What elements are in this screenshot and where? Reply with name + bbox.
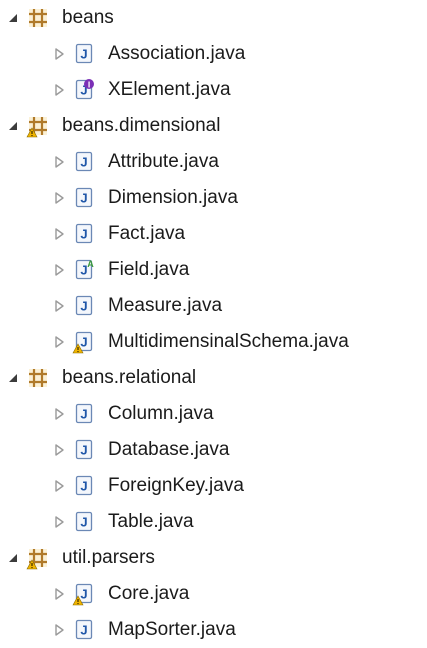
file-node-column-java[interactable]: J Column.java bbox=[50, 396, 214, 432]
svg-text:J: J bbox=[80, 407, 87, 422]
package-explorer-tree: beans J Association.java J I XElement.java bea… bbox=[0, 0, 427, 648]
svg-text:J: J bbox=[80, 335, 87, 350]
java-class-icon: J bbox=[72, 438, 96, 462]
svg-text:J: J bbox=[80, 155, 87, 170]
collapsed-arrow-icon[interactable] bbox=[50, 153, 68, 171]
package-node-beans[interactable]: beans bbox=[4, 0, 114, 36]
node-label: Attribute.java bbox=[108, 151, 219, 172]
node-label: ForeignKey.java bbox=[108, 475, 244, 496]
svg-text:J: J bbox=[80, 47, 87, 62]
svg-text:J: J bbox=[80, 299, 87, 314]
node-label: util.parsers bbox=[62, 547, 155, 568]
package-warning-icon bbox=[26, 546, 50, 570]
file-node-xelement-java[interactable]: J I XElement.java bbox=[50, 72, 231, 108]
java-abstract-class-icon: JA bbox=[72, 258, 96, 282]
package-node-util-parsers[interactable]: util.parsers bbox=[4, 540, 155, 576]
java-class-icon: J bbox=[72, 510, 96, 534]
collapsed-arrow-icon[interactable] bbox=[50, 441, 68, 459]
java-class-icon: J bbox=[72, 618, 96, 642]
expanded-arrow-icon[interactable] bbox=[4, 117, 22, 135]
expanded-arrow-icon[interactable] bbox=[4, 549, 22, 567]
node-label: beans bbox=[62, 7, 114, 28]
collapsed-arrow-icon[interactable] bbox=[50, 621, 68, 639]
node-label: Association.java bbox=[108, 43, 246, 64]
file-node-field-java[interactable]: J A Field.java bbox=[50, 252, 189, 288]
file-node-attribute-java[interactable]: J Attribute.java bbox=[50, 144, 219, 180]
java-class-icon: J bbox=[72, 222, 96, 246]
svg-text:I: I bbox=[88, 79, 90, 89]
node-label: MapSorter.java bbox=[108, 619, 236, 640]
svg-text:J: J bbox=[80, 515, 87, 530]
collapsed-arrow-icon[interactable] bbox=[50, 513, 68, 531]
java-class-icon: J bbox=[72, 186, 96, 210]
package-icon bbox=[26, 6, 50, 30]
svg-text:J: J bbox=[80, 623, 87, 638]
collapsed-arrow-icon[interactable] bbox=[50, 261, 68, 279]
node-label: Field.java bbox=[108, 259, 190, 280]
collapsed-arrow-icon[interactable] bbox=[50, 189, 68, 207]
java-class-warning-icon: J bbox=[72, 582, 96, 606]
collapsed-arrow-icon[interactable] bbox=[50, 333, 68, 351]
collapsed-arrow-icon[interactable] bbox=[50, 81, 68, 99]
file-node-foreignkey-java[interactable]: J ForeignKey.java bbox=[50, 468, 244, 504]
node-label: beans.relational bbox=[62, 367, 197, 388]
java-class-icon: J bbox=[72, 150, 96, 174]
node-label: Database.java bbox=[108, 439, 230, 460]
expanded-arrow-icon[interactable] bbox=[4, 369, 22, 387]
collapsed-arrow-icon[interactable] bbox=[50, 405, 68, 423]
collapsed-arrow-icon[interactable] bbox=[50, 225, 68, 243]
node-label: Core.java bbox=[108, 583, 190, 604]
collapsed-arrow-icon[interactable] bbox=[50, 585, 68, 603]
file-node-database-java[interactable]: J Database.java bbox=[50, 432, 229, 468]
node-label: MultidimensinalSchema.java bbox=[108, 331, 349, 352]
svg-text:J: J bbox=[80, 191, 87, 206]
file-node-association-java[interactable]: J Association.java bbox=[50, 36, 245, 72]
package-node-beans-relational[interactable]: beans.relational bbox=[4, 360, 196, 396]
package-node-beans-dimensional[interactable]: beans.dimensional bbox=[4, 108, 220, 144]
file-node-measure-java[interactable]: J Measure.java bbox=[50, 288, 222, 324]
file-node-mapsorter-java[interactable]: J MapSorter.java bbox=[50, 612, 236, 648]
package-warning-icon bbox=[26, 114, 50, 138]
java-class-icon: J bbox=[72, 474, 96, 498]
java-class-icon: J bbox=[72, 294, 96, 318]
collapsed-arrow-icon[interactable] bbox=[50, 297, 68, 315]
file-node-table-java[interactable]: J Table.java bbox=[50, 504, 194, 540]
package-icon bbox=[26, 366, 50, 390]
file-node-fact-java[interactable]: J Fact.java bbox=[50, 216, 185, 252]
node-label: Table.java bbox=[108, 511, 194, 532]
svg-text:J: J bbox=[80, 443, 87, 458]
node-label: Measure.java bbox=[108, 295, 223, 316]
file-node-core-java[interactable]: J Core.java bbox=[50, 576, 189, 612]
node-label: Dimension.java bbox=[108, 187, 238, 208]
file-node-dimension-java[interactable]: J Dimension.java bbox=[50, 180, 238, 216]
collapsed-arrow-icon[interactable] bbox=[50, 45, 68, 63]
collapsed-arrow-icon[interactable] bbox=[50, 477, 68, 495]
node-label: Fact.java bbox=[108, 223, 186, 244]
java-class-icon: J bbox=[72, 402, 96, 426]
expanded-arrow-icon[interactable] bbox=[4, 9, 22, 27]
node-label: beans.dimensional bbox=[62, 115, 221, 136]
file-node-multidimensinalschema-java[interactable]: J MultidimensinalSchema.java bbox=[50, 324, 349, 360]
svg-text:J: J bbox=[80, 587, 87, 602]
node-label: XElement.java bbox=[108, 79, 231, 100]
svg-text:A: A bbox=[87, 259, 94, 269]
java-class-warning-icon: J bbox=[72, 330, 96, 354]
java-interface-icon: JI bbox=[72, 78, 96, 102]
svg-text:J: J bbox=[80, 479, 87, 494]
java-class-icon: J bbox=[72, 42, 96, 66]
svg-text:J: J bbox=[80, 227, 87, 242]
node-label: Column.java bbox=[108, 403, 214, 424]
